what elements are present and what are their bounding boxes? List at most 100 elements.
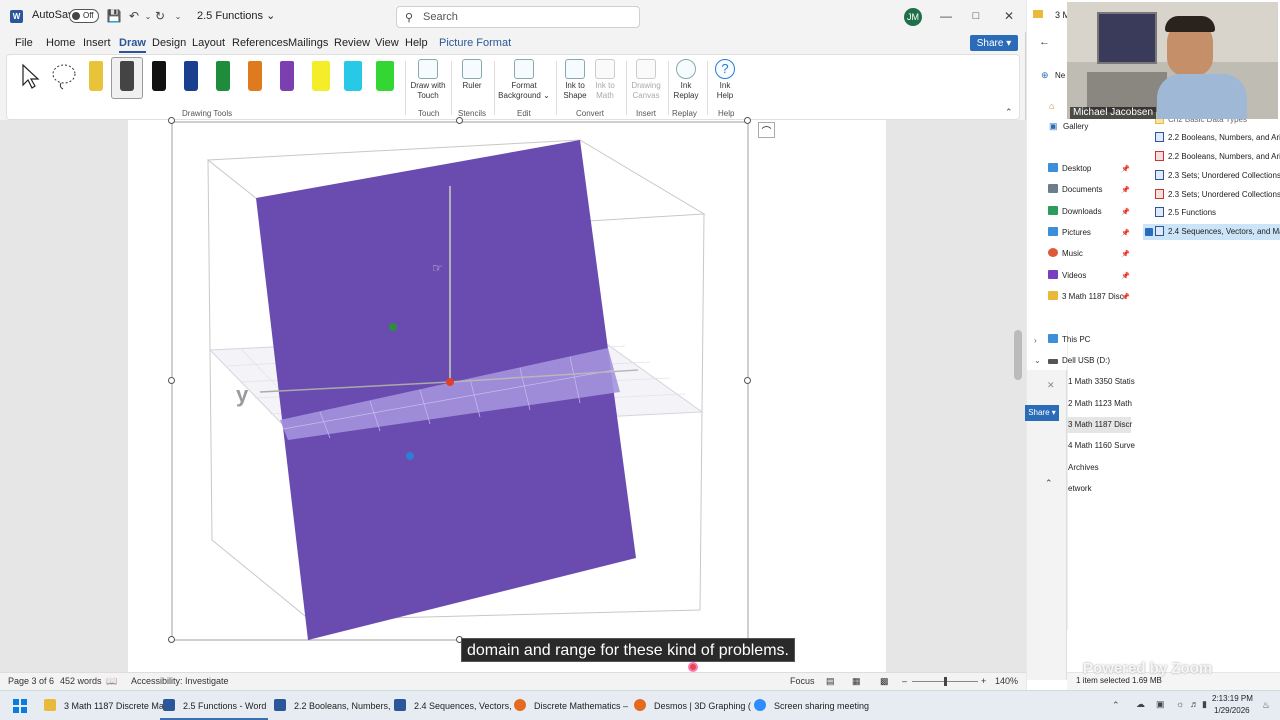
nav-desktop[interactable]: Desktop <box>1048 161 1091 177</box>
clock-date[interactable]: 1/29/2026 <box>1214 706 1250 715</box>
file-row-selected[interactable]: 2.4 Sequences, Vectors, and Mat <box>1155 224 1280 240</box>
pen-tool-3[interactable] <box>152 61 166 91</box>
drawing-canvas-button[interactable]: Drawing Canvas <box>629 59 663 101</box>
tab-draw[interactable]: Draw <box>119 37 146 53</box>
ink-help-button[interactable]: ? Ink Help <box>711 59 739 101</box>
ink-replay-button[interactable]: Ink Replay <box>671 59 701 101</box>
graph-3d-picture[interactable]: y ☞ <box>170 120 750 642</box>
nav-this-pc[interactable]: This PC <box>1048 332 1090 348</box>
avatar[interactable]: JM <box>904 8 922 26</box>
vertical-scrollbar[interactable] <box>1014 330 1022 380</box>
maximize-icon[interactable]: □ <box>966 6 986 26</box>
nav-music[interactable]: Music <box>1048 246 1083 262</box>
zoom-out-icon[interactable]: – <box>902 676 907 686</box>
new-icon[interactable]: ⊕ <box>1041 70 1049 81</box>
tab-home[interactable]: Home <box>46 37 75 49</box>
share-button[interactable]: Share ▾ <box>970 35 1018 51</box>
tab-help[interactable]: Help <box>405 37 428 49</box>
chevron-up-icon[interactable]: ⌃ <box>1045 478 1053 489</box>
zoom-slider-thumb[interactable] <box>944 677 947 686</box>
gallery-item[interactable]: Gallery <box>1063 122 1088 131</box>
chevron-up-icon[interactable]: ⌃ <box>1112 700 1120 711</box>
close-icon[interactable]: ✕ <box>1047 380 1055 391</box>
highlighter-tool-3[interactable] <box>376 61 394 91</box>
home-icon[interactable]: ⌂ <box>1049 101 1054 111</box>
tab-insert[interactable]: Insert <box>83 37 111 49</box>
read-mode-icon[interactable]: ▤ <box>826 676 835 687</box>
tab-layout[interactable]: Layout <box>192 37 225 49</box>
new-button[interactable]: Ne <box>1055 71 1065 80</box>
nav-videos[interactable]: Videos <box>1048 268 1086 284</box>
minimize-icon[interactable]: — <box>936 6 956 26</box>
redo-icon[interactable]: ↻ <box>150 6 170 26</box>
nav-downloads[interactable]: Downloads <box>1048 204 1102 220</box>
resize-handle[interactable] <box>456 117 463 124</box>
pen-tool-7[interactable] <box>280 61 294 91</box>
clock-time[interactable]: 2:13:19 PM <box>1212 694 1253 703</box>
file-row[interactable]: 2.2 Booleans, Numbers, and Ari <box>1155 149 1280 165</box>
tab-mailings[interactable]: Mailings <box>288 37 328 49</box>
pen-tool-2[interactable] <box>120 61 134 91</box>
layout-options-icon[interactable]: ⌒ <box>758 122 775 138</box>
proofing-icon[interactable]: 📖 <box>106 676 117 687</box>
chevron-right-icon[interactable]: › <box>1034 336 1037 345</box>
save-icon[interactable]: 💾 <box>104 6 124 26</box>
chevron-down-icon[interactable]: ⌄ <box>1034 356 1041 365</box>
share-button-fragment[interactable]: Share ▾ <box>1025 405 1059 421</box>
network-icon[interactable]: ☼ <box>1176 699 1184 709</box>
select-cursor-icon[interactable] <box>19 63 41 89</box>
lasso-select-icon[interactable] <box>49 61 79 91</box>
autosave-toggle[interactable]: Off <box>69 9 99 23</box>
tab-file[interactable]: File <box>15 37 33 49</box>
tab-picture-format[interactable]: Picture Format <box>439 37 511 49</box>
resize-handle[interactable] <box>744 377 751 384</box>
taskbar-firefox-discrete[interactable]: Discrete Mathematics – <box>514 699 628 711</box>
checkbox-icon[interactable] <box>1145 228 1153 236</box>
zoom-level[interactable]: 140% <box>995 676 1018 686</box>
notification-bell-icon[interactable]: ♨ <box>1262 700 1270 711</box>
taskbar-zoom-sharing[interactable]: Screen sharing meeting <box>754 699 869 711</box>
pen-tool-4[interactable] <box>184 61 198 91</box>
tab-design[interactable]: Design <box>152 37 186 49</box>
web-layout-icon[interactable]: ▩ <box>880 676 889 687</box>
page-count[interactable]: Page 3 of 6 <box>8 676 54 686</box>
word-count[interactable]: 452 words <box>60 676 102 686</box>
resize-handle[interactable] <box>168 117 175 124</box>
volume-icon[interactable]: ♬ <box>1190 699 1199 709</box>
windows-start-icon[interactable] <box>13 699 27 713</box>
taskbar-explorer[interactable]: 3 Math 1187 Discrete Ma <box>44 699 164 711</box>
nav-usb-drive[interactable]: Dell USB (D:) <box>1048 353 1110 369</box>
tray-app-icon[interactable]: ▣ <box>1156 699 1165 710</box>
document-title[interactable]: 2.5 Functions ⌄ <box>197 9 275 22</box>
tab-view[interactable]: View <box>375 37 399 49</box>
taskbar-word-sequences[interactable]: 2.4 Sequences, Vectors, <box>394 699 512 711</box>
resize-handle[interactable] <box>744 117 751 124</box>
resize-handle[interactable] <box>168 636 175 643</box>
search-box[interactable]: ⚲ Search <box>396 6 640 28</box>
file-row[interactable]: 2.5 Functions <box>1155 205 1216 221</box>
file-row[interactable]: 2.3 Sets; Unordered Collections <box>1155 187 1280 203</box>
taskbar-word-booleans[interactable]: 2.2 Booleans, Numbers, <box>274 699 391 711</box>
back-arrow-icon[interactable]: ← <box>1039 36 1050 48</box>
collapse-ribbon-icon[interactable]: ⌃ <box>1005 107 1013 118</box>
accessibility-status[interactable]: Accessibility: Investigate <box>131 676 229 686</box>
nav-math-folder[interactable]: 3 Math 1187 Disc <box>1048 289 1124 305</box>
draw-with-touch-button[interactable]: Draw with Touch <box>407 59 449 101</box>
taskbar-firefox-desmos[interactable]: Desmos | 3D Graphing ( <box>634 699 751 711</box>
nav-network[interactable]: etwork <box>1068 481 1092 497</box>
format-background-button[interactable]: Format Background ⌄ <box>497 59 551 101</box>
highlighter-tool-2[interactable] <box>344 61 362 91</box>
nav-usb-folder[interactable]: 4 Math 1160 Surve <box>1068 438 1135 454</box>
file-row[interactable]: 2.2 Booleans, Numbers, and Ari <box>1155 130 1280 146</box>
resize-handle[interactable] <box>168 377 175 384</box>
tab-references[interactable]: References <box>232 37 288 49</box>
zoom-in-icon[interactable]: + <box>981 676 986 686</box>
nav-usb-folder[interactable]: 3 Math 1187 Discr <box>1068 417 1132 433</box>
battery-icon[interactable]: ▮ <box>1202 699 1207 710</box>
nav-usb-folder[interactable]: 1 Math 3350 Statis <box>1068 374 1135 390</box>
nav-pictures[interactable]: Pictures <box>1048 225 1091 241</box>
ink-to-shape-button[interactable]: Ink to Shape <box>561 59 589 101</box>
nav-documents[interactable]: Documents <box>1048 182 1102 198</box>
pen-tool-5[interactable] <box>216 61 230 91</box>
customize-qat-icon[interactable]: ⌄ <box>168 6 188 26</box>
